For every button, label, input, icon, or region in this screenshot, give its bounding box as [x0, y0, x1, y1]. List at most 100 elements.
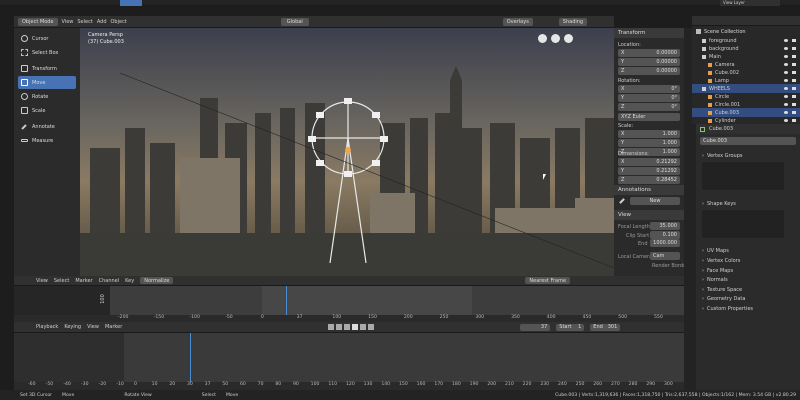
graph-menu-key[interactable]: Key	[125, 278, 134, 284]
graph-menu-select[interactable]: Select	[54, 278, 69, 284]
visibility-eye-icon[interactable]	[784, 119, 788, 122]
viewport-canvas[interactable]: Camera Persp (37) Cube.003	[80, 28, 614, 276]
properties-section-header[interactable]: › Normals	[698, 275, 800, 284]
properties-section-header[interactable]: › Shape Keys	[698, 199, 800, 208]
rotation-x-field[interactable]: X 0°	[618, 85, 680, 93]
graph-menu-marker[interactable]: Marker	[75, 278, 92, 284]
visibility-eye-icon[interactable]	[784, 71, 788, 74]
render-camera-icon[interactable]	[792, 111, 796, 114]
transform-panel-header[interactable]: Transform	[614, 28, 684, 38]
menu-view[interactable]: View	[62, 19, 74, 25]
zoom-icon[interactable]	[538, 34, 547, 43]
navigation-gizmo[interactable]	[538, 34, 573, 43]
tool-rotate[interactable]: Rotate	[18, 90, 76, 103]
render-camera-icon[interactable]	[792, 95, 796, 98]
render-camera-icon[interactable]	[792, 63, 796, 66]
dimensions-x-field[interactable]: X 0.21292	[618, 158, 680, 166]
tool-scale[interactable]: Scale	[18, 104, 76, 117]
timeline-menu-view[interactable]: View	[87, 324, 99, 330]
timeline-area[interactable]	[14, 333, 684, 382]
scale-x-field[interactable]: X 1.000	[618, 130, 680, 138]
graph-menu-view[interactable]: View	[36, 278, 48, 284]
rotation-z-field[interactable]: Z 0°	[618, 103, 680, 111]
tool-select-box[interactable]: Select Box	[18, 46, 76, 59]
properties-list-box[interactable]	[702, 210, 784, 238]
properties-section-header[interactable]: › Geometry Data	[698, 294, 800, 303]
data-block-selector[interactable]: Cube.003	[700, 137, 796, 145]
menu-select[interactable]: Select	[77, 19, 92, 25]
location-x-field[interactable]: X 0.00000	[618, 49, 680, 57]
timeline-playhead[interactable]	[190, 333, 191, 382]
visibility-eye-icon[interactable]	[784, 47, 788, 50]
properties-section-header[interactable]: › Custom Properties	[698, 304, 800, 313]
prev-key-icon[interactable]	[336, 324, 343, 330]
graph-menu-channel[interactable]: Channel	[99, 278, 120, 284]
properties-list-box[interactable]	[702, 162, 784, 190]
jump-start-icon[interactable]	[328, 324, 335, 330]
visibility-eye-icon[interactable]	[784, 39, 788, 42]
dimensions-z-field[interactable]: Z 0.28452	[618, 176, 680, 184]
render-border-checkbox[interactable]: Render Border	[652, 263, 688, 269]
visibility-eye-icon[interactable]	[784, 87, 788, 90]
timeline-menu-playback[interactable]: Playback	[36, 324, 58, 330]
render-camera-icon[interactable]	[792, 103, 796, 106]
properties-section-header[interactable]: › Vertex Groups	[698, 151, 800, 160]
outliner-scene-collection[interactable]: Scene Collection	[692, 27, 800, 36]
play-icon[interactable]	[352, 324, 359, 330]
dimensions-y-field[interactable]: Y 0.21292	[618, 167, 680, 175]
render-camera-icon[interactable]	[792, 47, 796, 50]
tool-annotate[interactable]: Annotate	[18, 120, 76, 133]
shading-button[interactable]: Shading	[558, 17, 588, 26]
workspace-tab-active[interactable]	[120, 0, 142, 6]
annotation-new-button[interactable]: New	[630, 197, 680, 205]
tool-move[interactable]: Move	[18, 76, 76, 89]
properties-section-header[interactable]: › UV Maps	[698, 246, 800, 255]
tool-transform[interactable]: Transform	[18, 62, 76, 75]
render-camera-icon[interactable]	[792, 39, 796, 42]
visibility-eye-icon[interactable]	[784, 111, 788, 114]
clip-end-field[interactable]: 1000.000	[650, 239, 680, 247]
properties-section-header[interactable]: › Vertex Colors	[698, 256, 800, 265]
view-layer-field[interactable]: View Layer	[720, 0, 780, 6]
play-reverse-icon[interactable]	[344, 324, 351, 330]
camera-view-icon[interactable]	[564, 34, 573, 43]
render-camera-icon[interactable]	[792, 71, 796, 74]
rotation-mode-dropdown[interactable]: XYZ Euler	[618, 113, 680, 121]
menu-object[interactable]: Object	[111, 19, 127, 25]
render-camera-icon[interactable]	[792, 119, 796, 122]
start-frame-field[interactable]: Start 1	[556, 323, 585, 331]
render-camera-icon[interactable]	[792, 79, 796, 82]
interpolation-dropdown[interactable]: Nearest Frame	[525, 277, 571, 284]
rotation-y-field[interactable]: Y 0°	[618, 94, 680, 102]
visibility-eye-icon[interactable]	[784, 103, 788, 106]
menu-add[interactable]: Add	[97, 19, 107, 25]
render-camera-icon[interactable]	[792, 87, 796, 90]
object-mode-dropdown[interactable]: Object Mode	[18, 17, 58, 26]
current-frame-field[interactable]: 37	[520, 323, 551, 331]
overlays-button[interactable]: Overlays	[502, 17, 533, 26]
timeline-menu-keying[interactable]: Keying	[64, 324, 81, 330]
next-key-icon[interactable]	[360, 324, 367, 330]
location-z-field[interactable]: Z 0.00000	[618, 67, 680, 75]
tool-measure[interactable]: Measure	[18, 134, 76, 147]
properties-section-header[interactable]: › Texture Space	[698, 285, 800, 294]
visibility-eye-icon[interactable]	[784, 95, 788, 98]
focal-length-field[interactable]: 35.000	[650, 222, 680, 230]
pan-hand-icon[interactable]	[551, 34, 560, 43]
location-y-field[interactable]: Y 0.00000	[618, 58, 680, 66]
render-camera-icon[interactable]	[792, 55, 796, 58]
visibility-eye-icon[interactable]	[784, 55, 788, 58]
view-panel-header[interactable]: View	[614, 210, 684, 220]
scale-y-field[interactable]: Y 1.000	[618, 139, 680, 147]
annotations-panel-header[interactable]: Annotations	[614, 185, 684, 195]
end-frame-field[interactable]: End 301	[590, 323, 621, 331]
timeline-menu-marker[interactable]: Marker	[105, 324, 122, 330]
clip-start-field[interactable]: 0.100	[650, 231, 680, 239]
visibility-eye-icon[interactable]	[784, 79, 788, 82]
local-camera-field[interactable]: Cam	[650, 252, 680, 260]
tool-cursor[interactable]: Cursor	[18, 32, 76, 45]
visibility-eye-icon[interactable]	[784, 63, 788, 66]
properties-section-header[interactable]: › Face Maps	[698, 266, 800, 275]
orientation-dropdown[interactable]: Global	[280, 17, 309, 26]
jump-end-icon[interactable]	[368, 324, 375, 330]
